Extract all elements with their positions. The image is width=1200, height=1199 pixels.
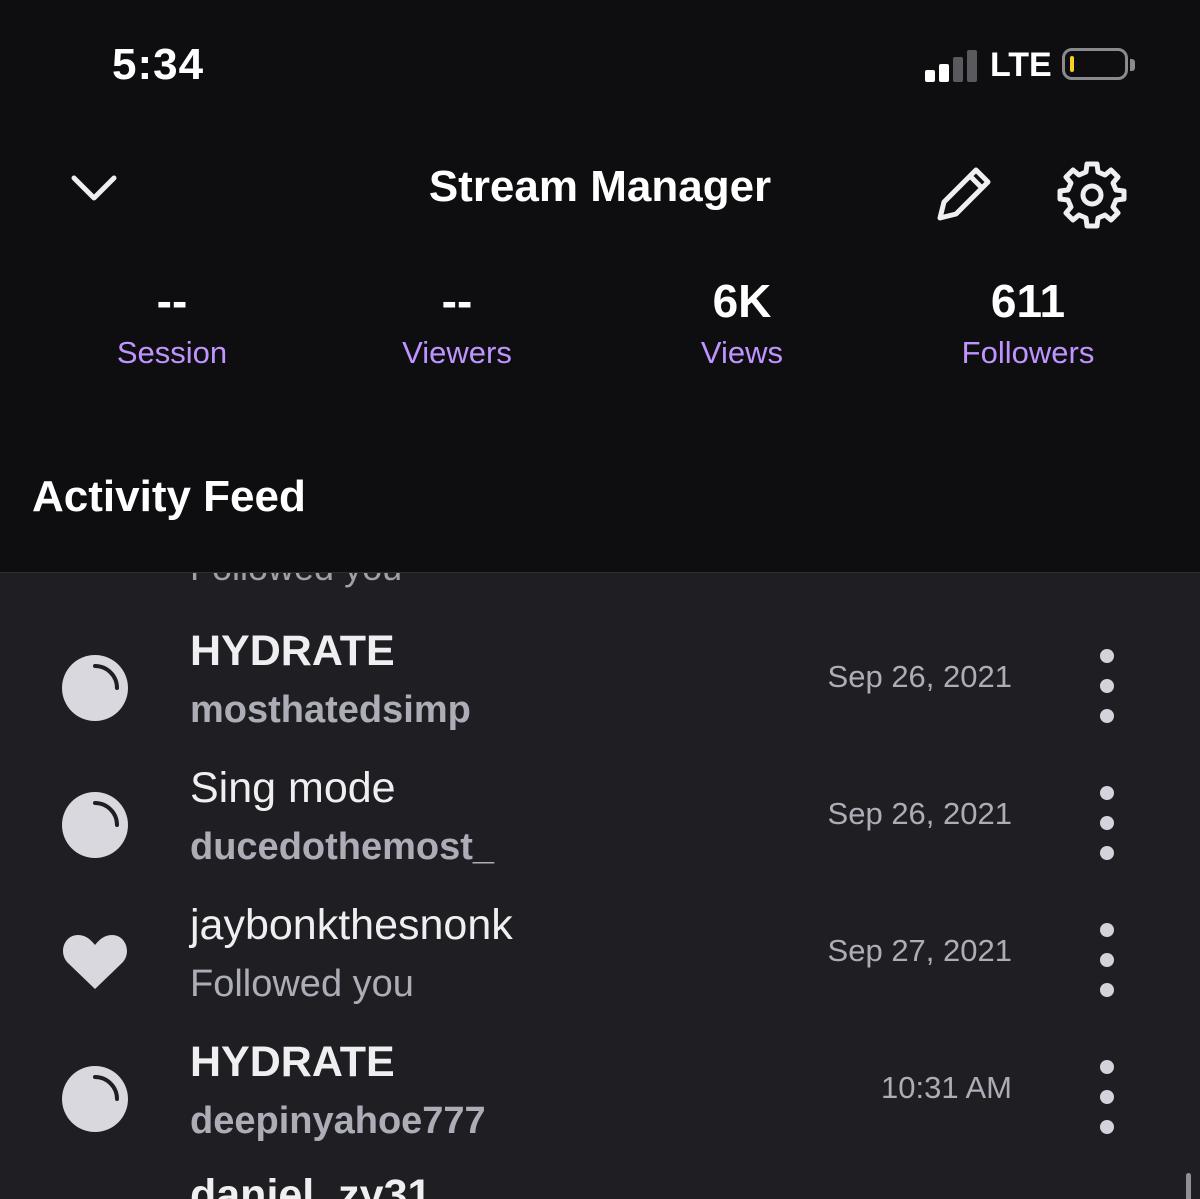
item-title: HYDRATE xyxy=(190,1038,395,1086)
channel-points-icon xyxy=(62,655,128,721)
list-item[interactable]: HYDRATE deepinyahoe777 10:31 AM xyxy=(0,1024,1200,1160)
battery-icon xyxy=(1062,48,1135,80)
stat-views: 6K Views xyxy=(612,270,872,371)
list-item[interactable]: jaybonkthesnonk Followed you Sep 27, 202… xyxy=(0,887,1200,1023)
heart-icon xyxy=(63,935,127,989)
stat-viewers: -- Viewers xyxy=(327,270,587,371)
scrollbar[interactable] xyxy=(1186,1173,1191,1199)
status-time: 5:34 xyxy=(112,40,205,89)
activity-feed-list[interactable]: Followed you HYDRATE mosthatedsimp Sep 2… xyxy=(0,572,1200,1199)
stat-label: Followers xyxy=(961,335,1095,370)
network-type: LTE xyxy=(990,46,1052,84)
more-options-icon[interactable] xyxy=(1092,786,1122,860)
item-date: Sep 26, 2021 xyxy=(827,659,1012,694)
item-title: Sing mode xyxy=(190,764,396,812)
item-subtitle: Followed you xyxy=(190,963,414,1005)
chevron-down-icon[interactable] xyxy=(68,168,120,208)
stat-followers: 611 Followers xyxy=(898,270,1158,371)
channel-points-icon xyxy=(62,1066,128,1132)
gear-icon[interactable] xyxy=(1056,158,1128,230)
item-date: Sep 26, 2021 xyxy=(827,796,1012,831)
item-title: HYDRATE xyxy=(190,627,395,675)
more-options-icon[interactable] xyxy=(1092,649,1122,723)
stream-stats: -- Session -- Viewers 6K Views 611 Follo… xyxy=(0,270,1200,400)
stat-label: Views xyxy=(700,335,784,370)
list-item-partial: Followed you xyxy=(190,573,402,589)
signal-strength-icon xyxy=(925,48,981,82)
status-bar: 5:34 LTE xyxy=(0,0,1200,130)
stat-session: -- Session xyxy=(42,270,302,371)
channel-points-icon xyxy=(62,792,128,858)
item-date: Sep 27, 2021 xyxy=(827,933,1012,968)
pencil-icon[interactable] xyxy=(930,158,1000,228)
stream-manager-screen: 5:34 LTE Stream Manager -- Session -- Vi… xyxy=(0,0,1200,1199)
stat-value: -- xyxy=(156,275,188,327)
item-username: mosthatedsimp xyxy=(190,689,471,731)
stat-label: Session xyxy=(116,335,228,370)
more-options-icon[interactable] xyxy=(1092,923,1122,997)
more-options-icon[interactable] xyxy=(1092,1060,1122,1134)
item-username: ducedothemost_ xyxy=(190,826,495,868)
activity-feed-title: Activity Feed xyxy=(32,472,306,521)
list-item[interactable]: HYDRATE mosthatedsimp Sep 26, 2021 xyxy=(0,613,1200,749)
stat-value: -- xyxy=(441,275,473,327)
item-username: deepinyahoe777 xyxy=(190,1100,486,1142)
item-date: 10:31 AM xyxy=(881,1070,1012,1105)
stat-value: 6K xyxy=(712,275,772,327)
header: Stream Manager xyxy=(0,140,1200,240)
list-item[interactable]: Sing mode ducedothemost_ Sep 26, 2021 xyxy=(0,750,1200,886)
page-title: Stream Manager xyxy=(428,162,772,211)
list-item-partial: daniel_zy31 xyxy=(190,1171,432,1199)
stat-label: Viewers xyxy=(402,335,512,370)
stat-value: 611 xyxy=(990,275,1066,327)
item-title: jaybonkthesnonk xyxy=(190,901,513,949)
